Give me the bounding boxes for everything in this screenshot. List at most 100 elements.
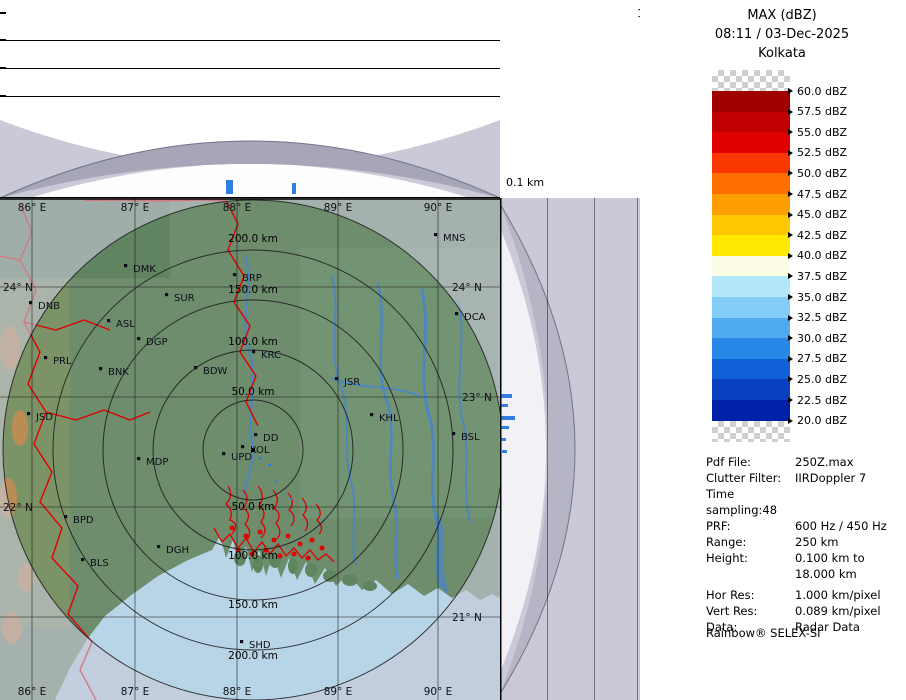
city-dot xyxy=(233,273,236,276)
vertical-projection-right-panel xyxy=(500,198,640,700)
tick-marker-icon xyxy=(788,356,793,362)
city-label: SUR xyxy=(174,293,195,304)
legend-threshold-label: 60.0 dBZ xyxy=(797,85,847,98)
info-row: PRF:600 Hz / 450 Hz xyxy=(706,518,902,534)
info-label: Height: xyxy=(706,550,795,566)
latitude-label: 23° N xyxy=(462,392,492,404)
legend-label-row: 32.5 dBZ xyxy=(788,310,847,326)
legend-color-cell xyxy=(712,359,790,380)
legend-color-cell xyxy=(712,318,790,339)
info-value xyxy=(795,486,902,518)
city-label: DGP xyxy=(146,337,167,348)
city-dot xyxy=(240,640,243,643)
legend-threshold-label: 55.0 dBZ xyxy=(797,126,847,139)
legend-color-stack xyxy=(712,70,790,442)
city-dot xyxy=(455,312,458,315)
range-ring-label: 200.0 km xyxy=(228,233,278,245)
product-timestamp: 08:11 / 03-Dec-2025 xyxy=(662,25,902,44)
city-label: SHD xyxy=(249,640,271,651)
city-label: BNK xyxy=(108,367,129,378)
tick-marker-icon xyxy=(788,294,793,300)
range-ring-label: 100.0 km xyxy=(228,550,278,562)
range-ring-label: 150.0 km xyxy=(228,284,278,296)
city-dot xyxy=(252,350,255,353)
city-label: KRC xyxy=(261,350,281,361)
legend-checker-cell xyxy=(712,70,790,91)
longitude-label: 88° E xyxy=(223,202,252,214)
station-name: Kolkata xyxy=(662,44,902,63)
city-dot xyxy=(452,432,455,435)
city-dot xyxy=(194,366,197,369)
legend-threshold-label: 57.5 dBZ xyxy=(797,105,847,118)
range-ring-label: 50.0 km xyxy=(231,386,274,398)
info-label: Clutter Filter: xyxy=(706,470,795,486)
info-value: 600 Hz / 450 Hz xyxy=(795,518,902,534)
city-dot xyxy=(29,301,32,304)
info-value: 250 km xyxy=(795,534,902,550)
city-dot xyxy=(165,293,168,296)
tick-marker-icon xyxy=(788,88,793,94)
info-value: 1.000 km/pixel xyxy=(795,587,902,603)
city-dot xyxy=(137,457,140,460)
tick-marker-icon xyxy=(788,335,793,341)
city-dot xyxy=(222,452,225,455)
legend-color-cell xyxy=(712,256,790,277)
city-label: UPD xyxy=(231,452,252,463)
radar-map-panel: 86° E87° E88° E89° E90° E 86° E87° E88° … xyxy=(0,198,500,700)
info-row: Time sampling:48 xyxy=(706,486,902,518)
city-label: DNB xyxy=(38,301,60,312)
legend-label-row: 25.0 dBZ xyxy=(788,371,847,387)
city-dot xyxy=(137,337,140,340)
legend-threshold-label: 37.5 dBZ xyxy=(797,270,847,283)
longitude-label: 86° E xyxy=(18,202,47,214)
legend-threshold-label: 32.5 dBZ xyxy=(797,311,847,324)
legend-label-row: 27.5 dBZ xyxy=(788,351,847,367)
city-label: DGH xyxy=(166,545,189,556)
city-dot xyxy=(124,264,127,267)
longitude-label: 89° E xyxy=(324,202,353,214)
legend-color-cell xyxy=(712,91,790,112)
longitude-label: 87° E xyxy=(121,686,150,698)
city-label: MDP xyxy=(146,457,168,468)
top-panel-canvas xyxy=(0,0,500,198)
range-ring-label: 100.0 km xyxy=(228,336,278,348)
city-dot xyxy=(81,558,84,561)
legend-label-row: 47.5 dBZ xyxy=(788,186,847,202)
city-dot xyxy=(107,319,110,322)
info-label: Time sampling:48 xyxy=(706,486,795,518)
legend-label-row: 20.0 dBZ xyxy=(788,413,847,429)
tick-marker-icon xyxy=(788,232,793,238)
reflectivity-legend: 60.0 dBZ57.5 dBZ55.0 dBZ52.5 dBZ50.0 dBZ… xyxy=(712,70,902,444)
legend-color-cell xyxy=(712,338,790,359)
city-label: JSD xyxy=(35,412,53,423)
info-row: Hor Res:1.000 km/pixel xyxy=(706,587,902,603)
info-value: 250Z.max xyxy=(795,454,902,470)
legend-checker-cell xyxy=(712,421,790,442)
legend-color-cell xyxy=(712,400,790,421)
range-ring-label: 150.0 km xyxy=(228,599,278,611)
longitude-label: 88° E xyxy=(223,686,252,698)
legend-label-row: 40.0 dBZ xyxy=(788,248,847,264)
city-label: DMK xyxy=(133,264,156,275)
legend-label-row: 57.5 dBZ xyxy=(788,104,847,120)
city-label: DCA xyxy=(464,312,486,323)
tick-marker-icon xyxy=(788,376,793,382)
legend-threshold-label: 30.0 dBZ xyxy=(797,332,847,345)
tick-marker-icon xyxy=(788,212,793,218)
longitude-label: 90° E xyxy=(424,202,453,214)
city-label: PRL xyxy=(53,356,72,367)
info-row: Vert Res:0.089 km/pixel xyxy=(706,603,902,619)
title-block: MAX (dBZ) 08:11 / 03-Dec-2025 Kolkata xyxy=(662,6,902,63)
legend-threshold-label: 25.0 dBZ xyxy=(797,373,847,386)
legend-color-cell xyxy=(712,297,790,318)
legend-threshold-label: 20.0 dBZ xyxy=(797,414,847,427)
legend-color-cell xyxy=(712,194,790,215)
city-label: DD xyxy=(263,433,279,444)
city-dot xyxy=(99,367,102,370)
tick-marker-icon xyxy=(788,191,793,197)
tick-marker-icon xyxy=(788,273,793,279)
legend-color-cell xyxy=(712,379,790,400)
legend-threshold-label: 50.0 dBZ xyxy=(797,167,847,180)
legend-label-row: 30.0 dBZ xyxy=(788,330,847,346)
range-ring-label: 50.0 km xyxy=(231,501,274,513)
